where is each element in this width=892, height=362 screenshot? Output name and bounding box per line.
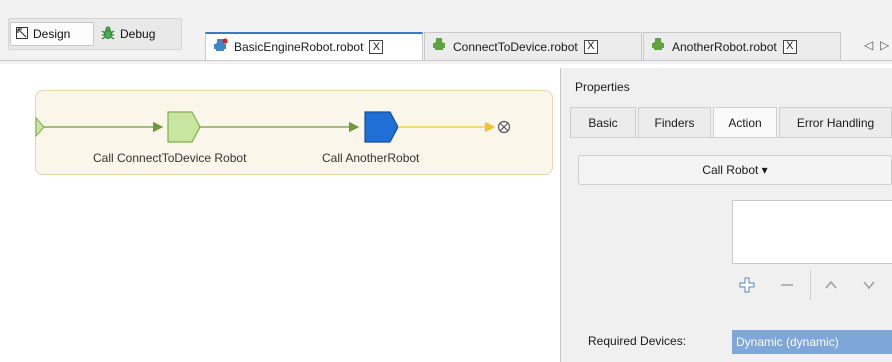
properties-tab-divider xyxy=(570,137,892,138)
flow-step-label: Call ConnectToDevice Robot xyxy=(93,151,247,165)
flow-step-label: Call AnotherRobot xyxy=(322,151,420,165)
tab-another-robot[interactable]: AnotherRobot.robot X xyxy=(643,32,841,60)
tab-scroll-left-icon[interactable]: ◁ xyxy=(864,38,873,52)
close-tab-button[interactable]: X xyxy=(583,39,598,54)
tab-label: Error Handling xyxy=(796,115,875,130)
tab-basic[interactable]: Basic xyxy=(570,107,636,137)
close-tab-button[interactable]: X xyxy=(782,39,797,54)
required-devices-field[interactable]: Dynamic (dynamic) xyxy=(732,330,892,354)
flow-start-node xyxy=(35,116,45,138)
robot-list[interactable] xyxy=(732,200,892,264)
tab-finders[interactable]: Finders xyxy=(638,107,711,137)
tab-scroll-right-icon[interactable]: ▷ xyxy=(880,38,889,52)
tab-label: Basic xyxy=(588,115,618,130)
required-devices-label: Required Devices: xyxy=(588,334,687,348)
move-up-icon[interactable] xyxy=(822,276,840,294)
toolbar-divider xyxy=(810,270,811,300)
robot-icon xyxy=(650,37,666,56)
tab-label: AnotherRobot.robot xyxy=(672,39,777,54)
properties-title: Properties xyxy=(575,80,630,94)
remove-icon[interactable] xyxy=(778,276,796,294)
flow-end-node xyxy=(497,120,511,134)
flow-diagram xyxy=(35,111,511,143)
move-down-icon[interactable] xyxy=(860,276,878,294)
required-devices-value: Dynamic (dynamic) xyxy=(736,335,839,349)
call-robot-label: Call Robot ▾ xyxy=(702,163,768,177)
add-icon[interactable] xyxy=(738,276,756,294)
call-robot-dropdown[interactable]: Call Robot ▾ xyxy=(578,155,892,185)
flow-step-another-robot xyxy=(364,111,399,143)
tab-label: Finders xyxy=(654,115,695,130)
tab-error-handling[interactable]: Error Handling xyxy=(779,107,892,137)
tab-action[interactable]: Action xyxy=(713,107,777,137)
flow-step-connect-to-device xyxy=(167,111,201,143)
tab-label: Action xyxy=(728,115,762,130)
